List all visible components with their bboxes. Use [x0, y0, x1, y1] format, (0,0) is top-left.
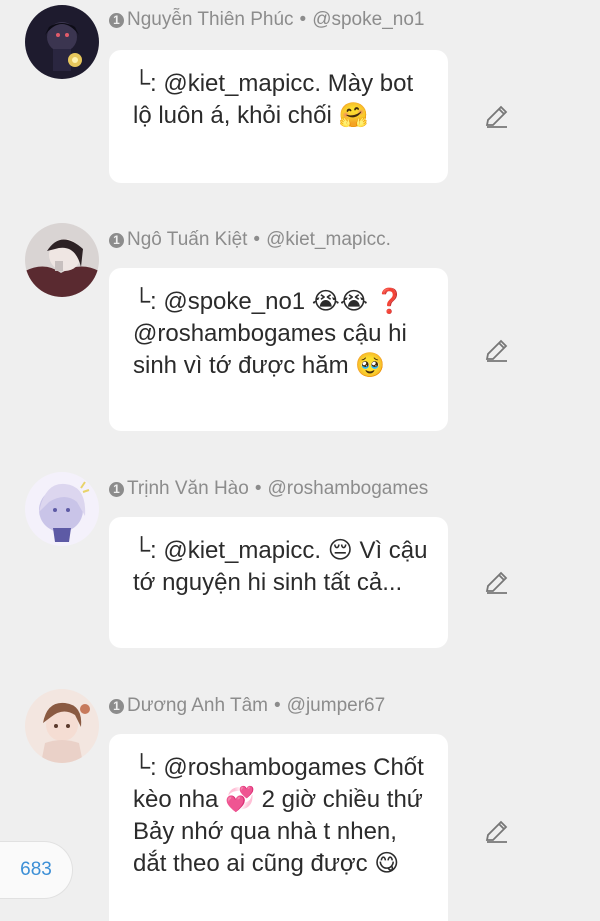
author-name[interactable]: Nguyễn Thiên Phúc: [127, 9, 294, 31]
avatar[interactable]: [25, 689, 99, 763]
comment-text: └: @roshambogames Chốt kèo nha 💞 2 giờ c…: [133, 754, 424, 877]
comment-bubble: └: @kiet_mapicc. Mày bot lộ luôn á, khỏi…: [109, 50, 448, 183]
author-name[interactable]: Trịnh Văn Hào: [127, 478, 249, 500]
separator: •: [274, 695, 281, 716]
avatar[interactable]: [25, 5, 99, 79]
separator: •: [254, 478, 262, 499]
comment-text: └: @spoke_no1 😭😭 ❓ @roshambogames cậu hi…: [133, 288, 407, 379]
comment-text: └: @kiet_mapicc. 😔 Vì cậu tớ nguyện hi s…: [133, 537, 428, 596]
pencil-icon[interactable]: [484, 103, 510, 129]
author-handle[interactable]: @spoke_no1: [312, 9, 424, 31]
comment-bubble: └: @roshambogames Chốt kèo nha 💞 2 giờ c…: [109, 734, 448, 921]
author-name[interactable]: Dương Anh Tâm: [127, 695, 268, 717]
like-count-button[interactable]: 683: [0, 842, 72, 898]
comment-header: 1 Nguyễn Thiên Phúc • @spoke_no1: [109, 9, 424, 31]
comment-header: 1 Ngô Tuấn Kiệt • @kiet_mapicc.: [109, 229, 391, 251]
author-handle[interactable]: @jumper67: [287, 695, 386, 717]
pencil-icon[interactable]: [484, 337, 510, 363]
rank-badge: 1: [109, 12, 124, 28]
author-handle[interactable]: @roshambogames: [267, 478, 428, 500]
avatar[interactable]: [25, 472, 99, 546]
rank-badge: 1: [109, 698, 124, 714]
comment-header: 1 Dương Anh Tâm • @jumper67: [109, 695, 385, 717]
author-handle[interactable]: @kiet_mapicc.: [266, 229, 391, 251]
separator: •: [299, 9, 307, 30]
comment-bubble: └: @spoke_no1 😭😭 ❓ @roshambogames cậu hi…: [109, 268, 448, 431]
comment-header: 1 Trịnh Văn Hào • @roshambogames: [109, 478, 428, 500]
comment-text: └: @kiet_mapicc. Mày bot lộ luôn á, khỏi…: [133, 70, 414, 129]
avatar[interactable]: [25, 223, 99, 297]
like-count: 683: [20, 859, 52, 880]
author-name[interactable]: Ngô Tuấn Kiệt: [127, 229, 247, 251]
rank-badge: 1: [109, 481, 124, 497]
pencil-icon[interactable]: [484, 569, 510, 595]
comment-bubble: └: @kiet_mapicc. 😔 Vì cậu tớ nguyện hi s…: [109, 517, 448, 648]
pencil-icon[interactable]: [484, 818, 510, 844]
separator: •: [253, 229, 261, 250]
rank-badge: 1: [109, 232, 124, 248]
